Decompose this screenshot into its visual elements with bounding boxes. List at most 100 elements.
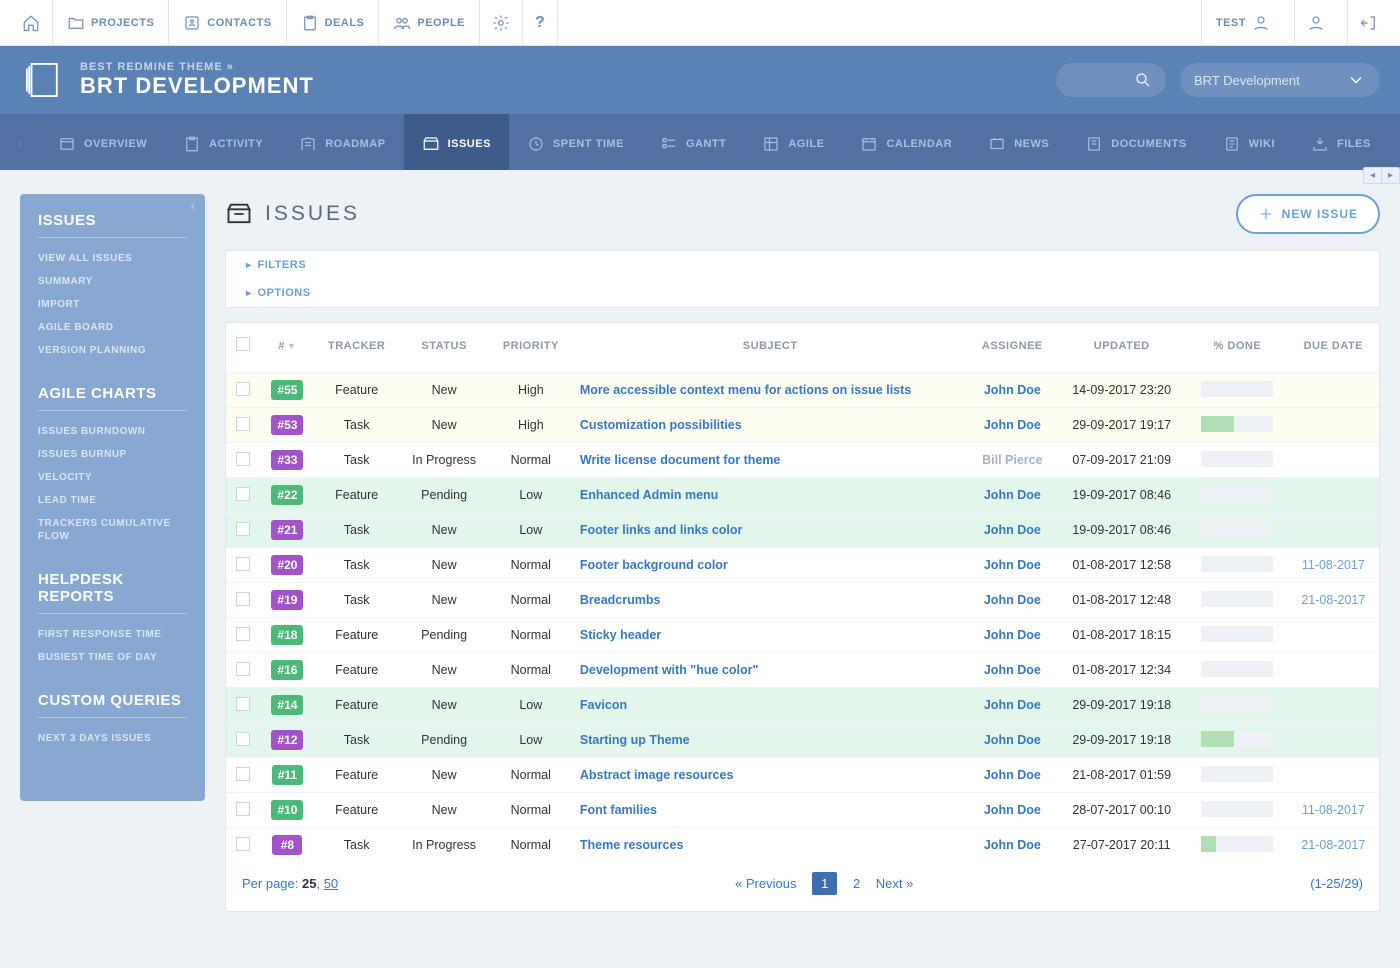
sidebar-link[interactable]: SUMMARY <box>38 275 187 288</box>
project-selector[interactable]: BRT Development <box>1180 63 1380 97</box>
col-header[interactable]: PRIORITY <box>490 323 572 373</box>
pager-page-2[interactable]: 2 <box>853 876 860 891</box>
assignee-link[interactable]: John Doe <box>984 523 1041 537</box>
table-row[interactable]: #19TaskNewNormalBreadcrumbsJohn Doe01-08… <box>226 583 1379 618</box>
row-checkbox[interactable] <box>236 767 250 781</box>
subject-link[interactable]: Customization possibilities <box>580 418 742 432</box>
table-row[interactable]: #11FeatureNewNormalAbstract image resour… <box>226 758 1379 793</box>
tab-files[interactable]: FILES <box>1293 114 1389 170</box>
tab-gantt[interactable]: GANTT <box>642 114 744 170</box>
row-checkbox[interactable] <box>236 697 250 711</box>
sidebar-link[interactable]: BUSIEST TIME OF DAY <box>38 651 187 664</box>
options-toggle[interactable]: OPTIONS <box>226 279 1379 307</box>
subject-link[interactable]: Write license document for theme <box>580 453 781 467</box>
row-checkbox[interactable] <box>236 522 250 536</box>
subject-link[interactable]: Footer links and links color <box>580 523 743 537</box>
tab-issues[interactable]: ISSUES <box>404 114 509 170</box>
sidebar-link[interactable]: ISSUES BURNUP <box>38 448 187 461</box>
assignee-link[interactable]: John Doe <box>984 803 1041 817</box>
pager-page-1[interactable]: 1 <box>812 872 837 895</box>
assignee-link[interactable]: John Doe <box>984 838 1041 852</box>
tab-agile[interactable]: AGILE <box>744 114 842 170</box>
table-row[interactable]: #21TaskNewLowFooter links and links colo… <box>226 513 1379 548</box>
row-checkbox[interactable] <box>236 662 250 676</box>
nav-projects[interactable]: PROJECTS <box>53 0 169 46</box>
perpage-50[interactable]: 50 <box>324 876 338 891</box>
subject-link[interactable]: More accessible context menu for actions… <box>580 383 911 397</box>
col-header[interactable]: ASSIGNEE <box>968 323 1056 373</box>
subject-link[interactable]: Font families <box>580 803 657 817</box>
sidebar-link[interactable]: VELOCITY <box>38 471 187 484</box>
settings-icon[interactable] <box>480 0 523 46</box>
col-header[interactable]: #▼ <box>260 323 315 373</box>
table-row[interactable]: #20TaskNewNormalFooter background colorJ… <box>226 548 1379 583</box>
assignee-link[interactable]: John Doe <box>984 698 1041 712</box>
assignee-link[interactable]: John Doe <box>984 628 1041 642</box>
filters-toggle[interactable]: FILTERS <box>226 251 1379 279</box>
subject-link[interactable]: Abstract image resources <box>580 768 734 782</box>
assignee-link[interactable]: Bill Pierce <box>982 453 1042 467</box>
assignee-link[interactable]: John Doe <box>984 383 1041 397</box>
subject-link[interactable]: Theme resources <box>580 838 684 852</box>
issue-id-badge[interactable]: #12 <box>271 730 303 750</box>
sidebar-collapse-icon[interactable] <box>187 200 199 215</box>
tab-roadmap[interactable]: ROADMAP <box>281 114 403 170</box>
tab-spent-time[interactable]: SPENT TIME <box>509 114 642 170</box>
issue-id-badge[interactable]: #33 <box>271 450 303 470</box>
pager-next[interactable]: Next » <box>876 876 914 891</box>
row-checkbox[interactable] <box>236 837 250 851</box>
search-input[interactable] <box>1056 63 1166 97</box>
sidebar-link[interactable]: AGILE BOARD <box>38 321 187 334</box>
assignee-link[interactable]: John Doe <box>984 733 1041 747</box>
issue-id-badge[interactable]: #11 <box>272 765 303 785</box>
issue-id-badge[interactable]: #8 <box>272 835 302 855</box>
table-row[interactable]: #22FeaturePendingLowEnhanced Admin menuJ… <box>226 478 1379 513</box>
assignee-link[interactable]: John Doe <box>984 488 1041 502</box>
row-checkbox[interactable] <box>236 592 250 606</box>
col-header[interactable]: SUBJECT <box>572 323 969 373</box>
table-row[interactable]: #53TaskNewHighCustomization possibilitie… <box>226 408 1379 443</box>
assignee-link[interactable]: John Doe <box>984 558 1041 572</box>
table-row[interactable]: #55FeatureNewHighMore accessible context… <box>226 373 1379 408</box>
breadcrumb[interactable]: BEST REDMINE THEME » <box>80 61 1056 73</box>
col-header[interactable]: DUE DATE <box>1288 323 1379 373</box>
logout-icon[interactable] <box>1347 0 1390 46</box>
subject-link[interactable]: Sticky header <box>580 628 661 642</box>
tab-overview[interactable]: OVERVIEW <box>40 114 165 170</box>
table-row[interactable]: #14FeatureNewLowFaviconJohn Doe29-09-201… <box>226 688 1379 723</box>
issue-id-badge[interactable]: #20 <box>271 555 303 575</box>
nav-deals[interactable]: DEALS <box>287 0 380 46</box>
user-test[interactable]: TEST <box>1201 0 1284 46</box>
table-row[interactable]: #16FeatureNewNormalDevelopment with "hue… <box>226 653 1379 688</box>
sidebar-link[interactable]: IMPORT <box>38 298 187 311</box>
assignee-link[interactable]: John Doe <box>984 418 1041 432</box>
col-header[interactable]: % DONE <box>1187 323 1287 373</box>
col-header[interactable]: TRACKER <box>315 323 399 373</box>
row-checkbox[interactable] <box>236 557 250 571</box>
tab-calendar[interactable]: CALENDAR <box>842 114 970 170</box>
issue-id-badge[interactable]: #21 <box>271 520 303 540</box>
sidebar-link[interactable]: TRACKERS CUMULATIVE FLOW <box>38 517 187 543</box>
subject-link[interactable]: Breadcrumbs <box>580 593 661 607</box>
table-row[interactable]: #33TaskIn ProgressNormalWrite license do… <box>226 443 1379 478</box>
select-all-checkbox[interactable] <box>236 337 250 351</box>
sidebar-link[interactable]: FIRST RESPONSE TIME <box>38 628 187 641</box>
tab-documents[interactable]: DOCUMENTS <box>1067 114 1204 170</box>
sidebar-link[interactable]: VIEW ALL ISSUES <box>38 252 187 265</box>
nav-contacts[interactable]: CONTACTS <box>169 0 286 46</box>
pager-prev[interactable]: « Previous <box>735 876 796 891</box>
add-tab-icon[interactable] <box>0 114 40 170</box>
subject-link[interactable]: Starting up Theme <box>580 733 690 747</box>
sidebar-link[interactable]: NEXT 3 DAYS ISSUES <box>38 732 187 745</box>
assignee-link[interactable]: John Doe <box>984 768 1041 782</box>
col-header[interactable]: UPDATED <box>1056 323 1187 373</box>
issue-id-badge[interactable]: #22 <box>271 485 303 505</box>
help-icon[interactable]: ? <box>523 0 558 46</box>
row-checkbox[interactable] <box>236 732 250 746</box>
row-checkbox[interactable] <box>236 417 250 431</box>
sidebar-link[interactable]: LEAD TIME <box>38 494 187 507</box>
account-icon[interactable] <box>1294 0 1337 46</box>
subject-link[interactable]: Enhanced Admin menu <box>580 488 718 502</box>
table-row[interactable]: #18FeaturePendingNormalSticky headerJohn… <box>226 618 1379 653</box>
issue-id-badge[interactable]: #16 <box>271 660 303 680</box>
